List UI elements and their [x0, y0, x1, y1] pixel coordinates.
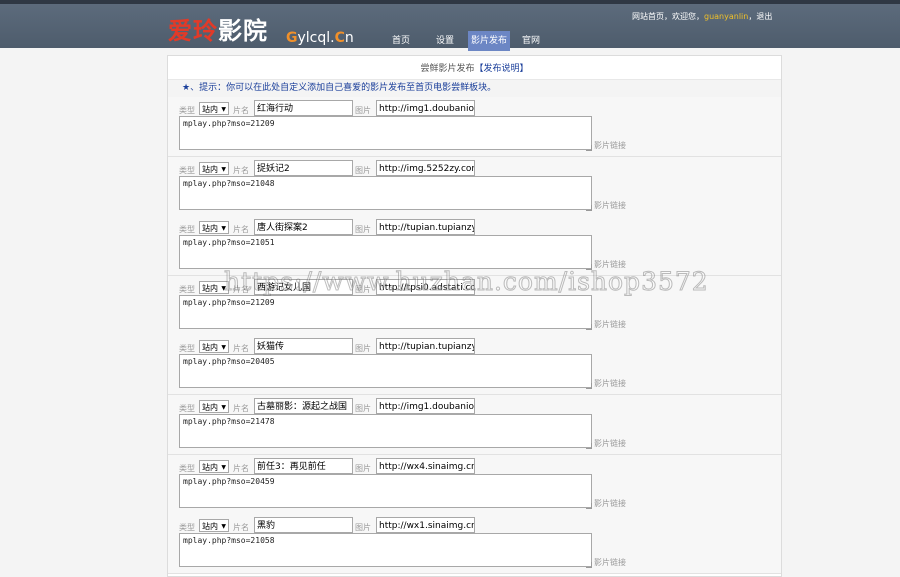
name-input[interactable]: 黑豹	[254, 517, 353, 534]
movie-entry: 类型 站内 ▼ 片名 捉妖记2 图片 http://img.5252zy.com/…	[168, 156, 781, 217]
name-input[interactable]: 西游记女儿国	[254, 278, 353, 295]
chevron-down-icon: ▼	[221, 344, 226, 352]
movie-entry: 类型 站内 ▼ 片名 唐人街探案2 图片 http://tupian.tupian…	[168, 216, 781, 277]
resize-grip-icon[interactable]	[586, 145, 592, 151]
type-value: 站内	[202, 522, 218, 532]
type-value: 站内	[202, 105, 218, 114]
resize-grip-icon[interactable]	[586, 502, 592, 509]
panel-title-text: 尝鲜影片发布	[420, 64, 475, 74]
nav-home[interactable]: 首页	[384, 31, 418, 51]
username: guanyanlin	[704, 12, 749, 21]
domain-mid: ylcql.	[297, 30, 335, 46]
tip-text: ★、提示：你可以在此处自定义添加自己喜爱的影片发布至首页电影尝鲜板块。	[182, 83, 497, 93]
chevron-down-icon: ▼	[221, 165, 226, 173]
name-input[interactable]: 红海行动	[254, 100, 353, 116]
nav-official-site[interactable]: 官网	[514, 31, 548, 51]
name-input[interactable]: 妖猫传	[254, 338, 353, 355]
url-textarea[interactable]: mplay.php?mso=21051	[179, 235, 592, 270]
url-textarea[interactable]: mplay.php?mso=21209	[179, 116, 592, 150]
resize-grip-icon[interactable]	[586, 562, 592, 569]
type-select[interactable]: 站内 ▼	[199, 519, 229, 533]
type-select[interactable]: 站内 ▼	[199, 400, 229, 413]
welcome-text: ，欢迎您，	[664, 12, 704, 21]
pic-input[interactable]: http://img1.doubanio.c	[376, 398, 475, 414]
link-label: 影片链接	[594, 498, 626, 508]
url-textarea[interactable]: mplay.php?mso=21058	[179, 533, 592, 568]
url-textarea[interactable]: mplay.php?mso=21048	[179, 175, 592, 210]
link-label: 影片链接	[594, 379, 626, 389]
logout-link[interactable]: 退出	[756, 12, 772, 21]
pic-input[interactable]: http://wx1.sinaimg.cn/r	[376, 517, 475, 534]
pic-input[interactable]: http://img1.doubanio.c	[376, 100, 475, 116]
type-select[interactable]: 站内 ▼	[199, 221, 229, 235]
pic-input[interactable]: http://tupian.tupianzy.	[376, 338, 475, 355]
resize-grip-icon[interactable]	[586, 323, 592, 330]
pic-input[interactable]: http://tpsi0.adstati.co	[376, 278, 475, 295]
domain-c: C	[334, 30, 345, 46]
movie-entry: 类型 站内 ▼ 片名 古墓丽影：源起之战国 图片 http://img1.doub…	[168, 395, 781, 455]
chevron-down-icon: ▼	[221, 463, 226, 471]
chevron-down-icon: ▼	[221, 523, 226, 531]
type-select[interactable]: 站内 ▼	[199, 459, 229, 473]
url-textarea[interactable]: mplay.php?mso=20405	[179, 354, 592, 389]
name-input[interactable]: 前任3：再见前任	[254, 457, 353, 474]
movie-entry: 类型 站内 ▼ 片名 前任3：再见前任 图片 http://wx4.sinaimg…	[168, 454, 781, 515]
nav-settings[interactable]: 设置	[428, 31, 462, 51]
resize-grip-icon[interactable]	[586, 443, 592, 449]
name-input[interactable]: 古墓丽影：源起之战国	[254, 398, 353, 414]
link-label: 影片链接	[594, 141, 626, 150]
publish-help-link[interactable]: 【发布说明】	[475, 64, 529, 74]
movie-entry: 类型 站内 ▼ 片名 黑豹 图片 http://wx1.sinaimg.cn/r …	[168, 514, 781, 575]
chevron-down-icon: ▼	[221, 225, 226, 233]
name-input[interactable]: 唐人街探案2	[254, 219, 353, 236]
chevron-down-icon: ▼	[221, 284, 226, 292]
link-label: 影片链接	[594, 558, 626, 568]
type-select[interactable]: 站内 ▼	[199, 280, 229, 294]
movie-entry: 类型 站内 ▼ 片名 妖猫传 图片 http://tupian.tupianzy.…	[168, 335, 781, 396]
type-value: 站内	[202, 403, 218, 412]
panel-title: 尝鲜影片发布【发布说明】	[168, 62, 781, 76]
movie-entry: 类型 站内 ▼ 片名 西游记女儿国 图片 http://tpsi0.adstati…	[168, 275, 781, 336]
name-input[interactable]: 捉妖记2	[254, 159, 353, 176]
nav-movie-publish[interactable]: 影片发布	[468, 31, 510, 51]
chevron-down-icon: ▼	[221, 106, 226, 113]
pic-input[interactable]: http://tupian.tupianzy.	[376, 219, 475, 236]
link-label: 影片链接	[594, 439, 626, 448]
domain-n: n	[344, 30, 354, 46]
user-links: 网站首页，欢迎您，guanyanlin，退出	[632, 11, 772, 22]
resize-grip-icon[interactable]	[586, 204, 592, 211]
logo-red-text: 爱玲	[168, 17, 218, 45]
site-home-link[interactable]: 网站首页	[632, 12, 664, 21]
link-label: 影片链接	[594, 319, 626, 329]
type-value: 站内	[202, 283, 218, 293]
url-textarea[interactable]: mplay.php?mso=21209	[179, 294, 592, 329]
type-select[interactable]: 站内 ▼	[199, 161, 229, 175]
pic-input[interactable]: http://wx4.sinaimg.cn/r	[376, 457, 475, 474]
type-value: 站内	[202, 164, 218, 174]
resize-grip-icon[interactable]	[586, 264, 592, 271]
domain-g: G	[286, 30, 298, 46]
type-select[interactable]: 站内 ▼	[199, 340, 229, 354]
type-value: 站内	[202, 224, 218, 234]
publish-panel: 尝鲜影片发布【发布说明】 ★、提示：你可以在此处自定义添加自己喜爱的影片发布至首…	[167, 55, 782, 577]
url-textarea[interactable]: mplay.php?mso=21478	[179, 414, 592, 448]
link-label: 影片链接	[594, 260, 626, 270]
app-header: 爱玲影院 Gylcql.Cn 首页 设置 影片发布 官网 网站首页，欢迎您，gu…	[0, 4, 900, 51]
site-domain: Gylcql.Cn	[286, 30, 354, 46]
logo-white-text: 影院	[218, 17, 268, 45]
url-textarea[interactable]: mplay.php?mso=20459	[179, 473, 592, 508]
type-value: 站内	[202, 462, 218, 472]
type-value: 站内	[202, 343, 218, 353]
site-logo[interactable]: 爱玲影院	[168, 16, 268, 46]
resize-grip-icon[interactable]	[586, 383, 592, 390]
pic-input[interactable]: http://img.5252zy.com/	[376, 159, 475, 176]
tip-bar: ★、提示：你可以在此处自定义添加自己喜爱的影片发布至首页电影尝鲜板块。	[168, 79, 781, 98]
link-label: 影片链接	[594, 200, 626, 210]
movie-entry: 类型 站内 ▼ 片名 红海行动 图片 http://img1.doubanio.c…	[168, 97, 781, 157]
chevron-down-icon: ▼	[221, 404, 226, 411]
type-select[interactable]: 站内 ▼	[199, 102, 229, 115]
